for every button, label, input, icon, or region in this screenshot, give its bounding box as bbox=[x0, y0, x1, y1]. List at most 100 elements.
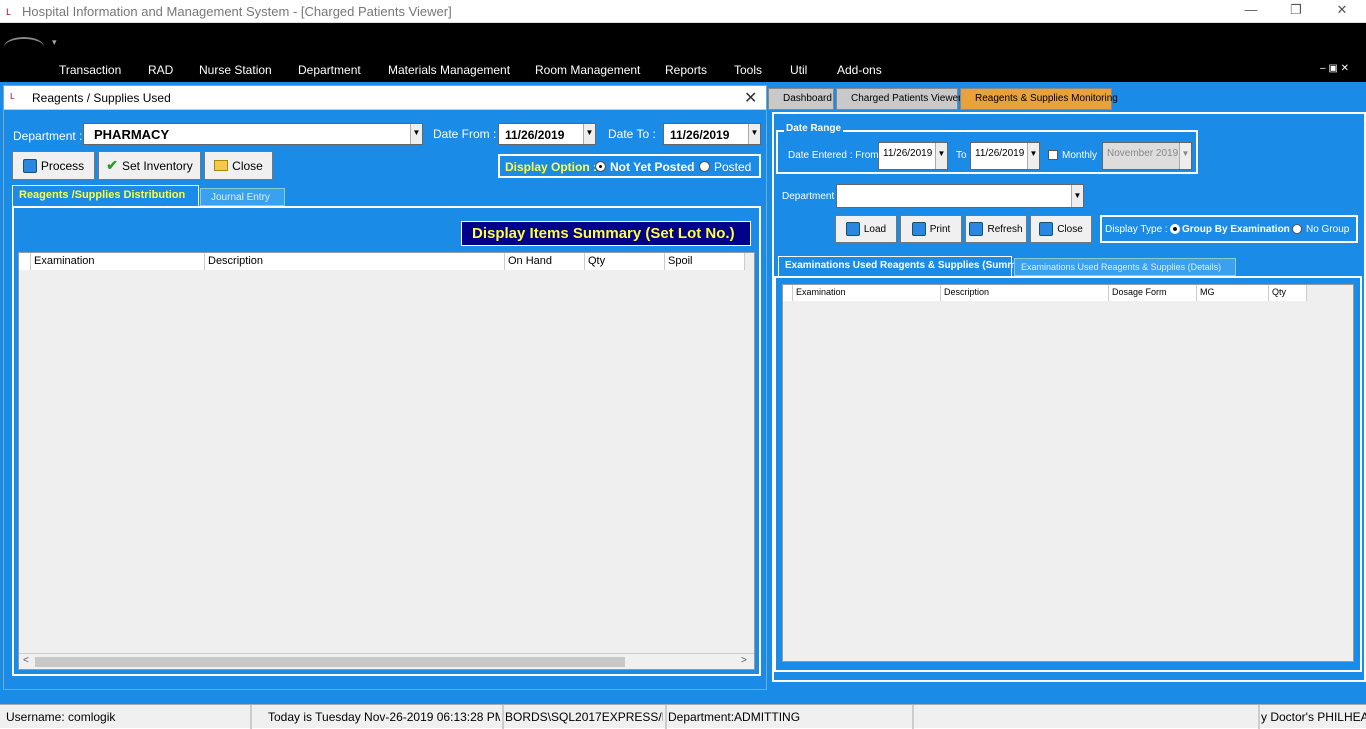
status-server: BORDS\SQL2017EXPRESS/MCDC\ bbox=[505, 710, 663, 724]
no-group-label: No Group bbox=[1306, 224, 1350, 235]
horizontal-scrollbar[interactable]: < > bbox=[19, 653, 754, 669]
folder-icon bbox=[214, 160, 229, 171]
load-label: Load bbox=[863, 223, 887, 235]
app-menu-icon[interactable] bbox=[4, 37, 44, 57]
close-button[interactable]: Close bbox=[204, 151, 273, 180]
scrollbar-thumb[interactable] bbox=[35, 657, 625, 667]
load-button[interactable]: Load bbox=[835, 215, 897, 243]
menu-nurse-station[interactable]: Nurse Station bbox=[199, 63, 272, 77]
tab-journal-entry[interactable]: Journal Entry bbox=[200, 188, 285, 206]
process-icon bbox=[22, 158, 37, 173]
department-label: Department bbox=[782, 191, 835, 202]
items-grid: Examination Description On Hand Qty Spoi… bbox=[18, 252, 755, 670]
date-from-picker[interactable]: 11/26/2019 ▼ bbox=[498, 123, 596, 145]
tab-details[interactable]: Examinations Used Reagents & Supplies (D… bbox=[1014, 258, 1236, 276]
group-by-examination-radio[interactable] bbox=[1170, 224, 1180, 234]
grid-column-qty[interactable]: Qty bbox=[585, 253, 665, 270]
status-date: Today is Tuesday Nov-26-2019 06:13:28 PM bbox=[268, 710, 500, 724]
column-label: Description bbox=[944, 287, 990, 297]
grid-column-spoil[interactable]: Spoil bbox=[665, 253, 745, 270]
column-label: MG bbox=[1200, 287, 1215, 297]
grid-column-mg[interactable]: MG bbox=[1197, 285, 1269, 301]
minimize-button[interactable]: — bbox=[1236, 2, 1266, 20]
refresh-button[interactable]: Refresh bbox=[965, 215, 1027, 243]
close-label: Close bbox=[1057, 223, 1083, 235]
date-from-label: Date From : bbox=[433, 127, 497, 141]
menu-add-ons[interactable]: Add-ons bbox=[837, 63, 882, 77]
check-icon: ✔ bbox=[106, 157, 118, 173]
not-yet-posted-radio[interactable] bbox=[595, 161, 606, 172]
restore-button[interactable]: ❐ bbox=[1281, 2, 1311, 20]
date-range-group: Date Range Date Entered : From 11/26/201… bbox=[776, 123, 1198, 174]
menu-department[interactable]: Department bbox=[298, 63, 361, 77]
grid-column-on-hand[interactable]: On Hand bbox=[505, 253, 585, 270]
grid-column-description[interactable]: Description bbox=[205, 253, 505, 270]
tab-reagents-supplies-distribution[interactable]: Reagents /Supplies Distribution bbox=[12, 185, 199, 206]
reagents-supplies-used-dialog: ʟ Reagents / Supplies Used ✕ Department … bbox=[3, 85, 767, 690]
set-inventory-button[interactable]: ✔ Set Inventory bbox=[98, 151, 201, 180]
print-icon bbox=[911, 222, 926, 236]
tab-summary[interactable]: Examinations Used Reagents & Supplies (S… bbox=[778, 256, 1035, 276]
display-option-group: Display Option : Not Yet Posted Posted bbox=[498, 154, 761, 178]
chevron-down-icon: ▼ bbox=[1027, 143, 1039, 169]
quick-access-dropdown-icon[interactable]: ▾ bbox=[52, 37, 57, 48]
status-divider bbox=[665, 705, 667, 729]
department-select[interactable]: ▼ bbox=[836, 184, 1084, 208]
grid-column-qty[interactable]: Qty bbox=[1269, 285, 1307, 301]
to-date-picker[interactable]: 11/26/2019 ▼ bbox=[970, 142, 1040, 170]
menu-transaction[interactable]: Transaction bbox=[59, 63, 121, 77]
column-label: Qty bbox=[588, 255, 606, 267]
menu-room-management[interactable]: Room Management bbox=[535, 63, 640, 77]
tab-dashboard[interactable]: Dashboard bbox=[768, 88, 834, 110]
status-bar: Username: comlogik Today is Tuesday Nov-… bbox=[0, 704, 1366, 729]
menu-rad[interactable]: RAD bbox=[148, 63, 173, 77]
app-logo-icon: ʟ bbox=[6, 4, 11, 18]
grid-column-description[interactable]: Description bbox=[941, 285, 1109, 301]
process-label: Process bbox=[40, 158, 85, 173]
grid-row-header bbox=[783, 285, 793, 301]
date-from-value: 11/26/2019 bbox=[505, 128, 565, 142]
posted-radio[interactable] bbox=[699, 161, 710, 172]
process-button[interactable]: Process bbox=[12, 151, 95, 180]
menu-tools[interactable]: Tools bbox=[734, 63, 762, 77]
department-label: Department : bbox=[13, 129, 83, 143]
chevron-down-icon: ▼ bbox=[410, 124, 422, 144]
dialog-title: Reagents / Supplies Used bbox=[32, 91, 171, 105]
scroll-left-icon[interactable]: < bbox=[23, 655, 29, 666]
department-value: PHARMACY bbox=[94, 127, 170, 142]
chevron-down-icon: ▼ bbox=[935, 143, 947, 169]
grid-column-examination[interactable]: Examination bbox=[793, 285, 941, 301]
dialog-close-icon[interactable]: ✕ bbox=[744, 88, 757, 108]
no-group-radio[interactable] bbox=[1292, 224, 1302, 234]
menu-bar: Transaction RAD Nurse Station Department… bbox=[0, 60, 1366, 82]
from-date-picker[interactable]: 11/26/2019 ▼ bbox=[878, 142, 948, 170]
display-items-summary-button[interactable]: Display Items Summary (Set Lot No.) bbox=[461, 221, 751, 246]
department-select[interactable]: PHARMACY ▼ bbox=[83, 123, 423, 145]
monthly-label: Monthly bbox=[1062, 150, 1098, 161]
menu-reports[interactable]: Reports bbox=[665, 63, 707, 77]
tab-distribution-label: Reagents /Supplies Distribution bbox=[19, 189, 186, 201]
tab-label: Charged Patients Viewer bbox=[851, 93, 962, 104]
tab-charged-patients-viewer[interactable]: Charged Patients Viewer bbox=[836, 88, 962, 110]
chevron-down-icon: ▼ bbox=[1179, 143, 1191, 169]
menu-util[interactable]: Util bbox=[790, 63, 807, 77]
scroll-right-icon[interactable]: > bbox=[741, 655, 747, 666]
status-doctor: y Doctor's PHILHEALTH bbox=[1261, 710, 1366, 724]
chevron-down-icon: ▼ bbox=[1071, 185, 1083, 207]
status-divider bbox=[502, 705, 504, 729]
column-label: Examination bbox=[796, 287, 846, 297]
date-to-picker[interactable]: 11/26/2019 ▼ bbox=[663, 123, 761, 145]
close-window-button[interactable]: ✕ bbox=[1327, 2, 1357, 20]
grid-column-dosage-form[interactable]: Dosage Form bbox=[1109, 285, 1197, 301]
print-button[interactable]: Print bbox=[900, 215, 962, 243]
to-label: To bbox=[956, 150, 967, 161]
month-select[interactable]: November 2019 ▼ bbox=[1102, 142, 1192, 170]
close-button[interactable]: Close bbox=[1030, 215, 1092, 243]
tab-reagents-supplies-monitoring[interactable]: Reagents & Supplies Monitoring bbox=[960, 88, 1118, 110]
grid-column-examination[interactable]: Examination bbox=[31, 253, 205, 270]
mdi-minimize-button[interactable]: – ▣ ✕ bbox=[1320, 63, 1349, 74]
close-label: Close bbox=[232, 158, 263, 173]
chevron-down-icon: ▼ bbox=[583, 124, 595, 144]
menu-materials-management[interactable]: Materials Management bbox=[388, 63, 510, 77]
monthly-checkbox[interactable] bbox=[1048, 150, 1058, 160]
